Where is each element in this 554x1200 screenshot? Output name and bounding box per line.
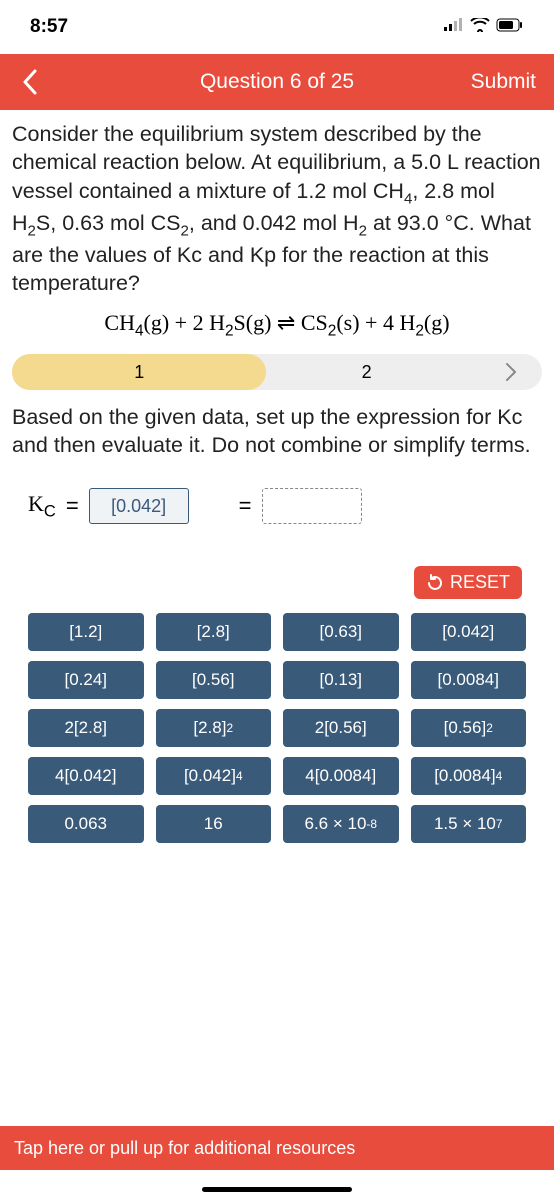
answer-tile-15[interactable]: [0.0084]4	[411, 757, 527, 795]
submit-button[interactable]: Submit	[471, 70, 536, 94]
answer-tile-18[interactable]: 6.6 × 10-8	[283, 805, 399, 843]
step-1-pill[interactable]: 1	[12, 354, 266, 390]
equals-2: =	[239, 493, 252, 519]
kc-slot-empty[interactable]	[262, 488, 362, 524]
tiles-grid: [1.2] [2.8] [0.63] [0.042] [0.24] [0.56] [0.13…	[10, 613, 544, 843]
answer-tile-10[interactable]: 2[0.56]	[283, 709, 399, 747]
answer-tile-3[interactable]: [0.042]	[411, 613, 527, 651]
resources-label: Tap here or pull up for additional resou…	[14, 1138, 355, 1159]
app-header: Question 6 of 25 Submit	[0, 54, 554, 110]
chevron-left-icon	[22, 69, 38, 95]
status-time: 8:57	[30, 16, 68, 38]
reset-button[interactable]: RESET	[414, 566, 522, 599]
answer-tile-17[interactable]: 16	[156, 805, 272, 843]
step-indicator: 1 2	[12, 354, 542, 390]
resources-drawer[interactable]: Tap here or pull up for additional resou…	[0, 1126, 554, 1170]
answer-tile-4[interactable]: [0.24]	[28, 661, 144, 699]
reaction-equation: CH4(g) + 2 H2S(g) ⇌ CS2(s) + 4 H2(g)	[0, 304, 554, 350]
answer-tile-2[interactable]: [0.63]	[283, 613, 399, 651]
answer-tile-16[interactable]: 0.063	[28, 805, 144, 843]
step-2-pill[interactable]: 2	[242, 354, 481, 390]
answer-tile-6[interactable]: [0.13]	[283, 661, 399, 699]
kc-slot-filled[interactable]: [0.042]	[89, 488, 189, 524]
reset-icon	[426, 574, 444, 592]
status-bar: 8:57	[0, 0, 554, 54]
signal-icon	[444, 16, 464, 38]
answer-tile-12[interactable]: 4[0.042]	[28, 757, 144, 795]
status-icons	[444, 16, 524, 38]
tiles-area: RESET [1.2] [2.8] [0.63] [0.042] [0.24] [0.56…	[0, 554, 554, 863]
answer-tile-7[interactable]: [0.0084]	[411, 661, 527, 699]
home-indicator	[202, 1187, 352, 1192]
answer-tile-8[interactable]: 2[2.8]	[28, 709, 144, 747]
answer-tile-11[interactable]: [0.56]2	[411, 709, 527, 747]
answer-tile-14[interactable]: 4[0.0084]	[283, 757, 399, 795]
chevron-right-icon	[505, 362, 517, 382]
back-button[interactable]	[0, 54, 60, 110]
reset-label: RESET	[450, 572, 510, 593]
equals-1: =	[66, 493, 79, 519]
question-text: Consider the equilibrium system describe…	[0, 110, 554, 304]
answer-tile-5[interactable]: [0.56]	[156, 661, 272, 699]
kc-expression-row: KC = [0.042] =	[0, 478, 554, 554]
answer-tile-13[interactable]: [0.042]4	[156, 757, 272, 795]
answer-tile-19[interactable]: 1.5 × 107	[411, 805, 527, 843]
answer-tile-0[interactable]: [1.2]	[28, 613, 144, 651]
kc-symbol: KC	[28, 491, 56, 521]
wifi-icon	[470, 16, 490, 38]
battery-icon	[496, 16, 524, 38]
question-counter: Question 6 of 25	[200, 70, 354, 94]
step-next-arrow[interactable]	[481, 362, 542, 382]
answer-tile-1[interactable]: [2.8]	[156, 613, 272, 651]
sub-prompt: Based on the given data, set up the expr…	[0, 400, 554, 478]
answer-tile-9[interactable]: [2.8]2	[156, 709, 272, 747]
